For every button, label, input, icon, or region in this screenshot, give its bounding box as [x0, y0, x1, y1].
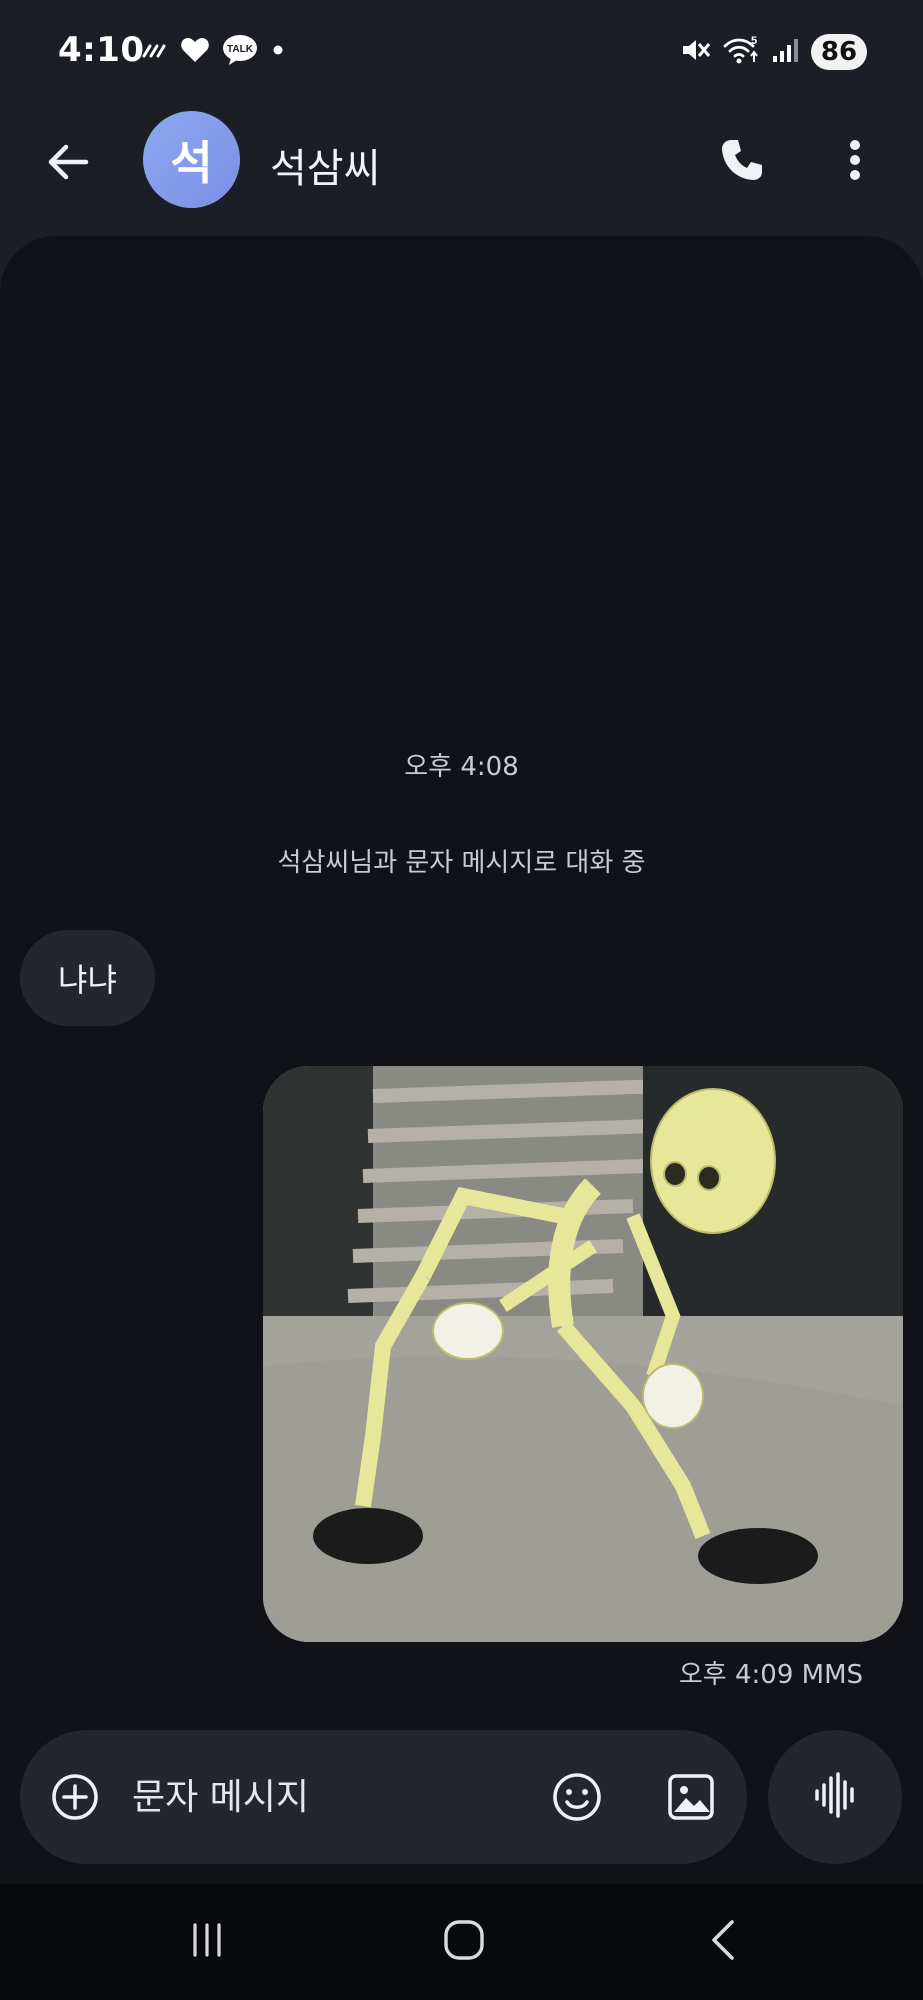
heart-icon — [180, 36, 210, 68]
date-stamp: 오후 4:08 — [404, 752, 519, 782]
composer-bar — [20, 1730, 747, 1864]
more-options-button[interactable] — [835, 130, 875, 194]
voice-wave-icon — [812, 1772, 858, 1822]
battery-indicator: 86 — [811, 34, 867, 70]
system-icons: 5 86 — [679, 32, 867, 72]
signal-icon — [771, 36, 799, 68]
notification-icons: TALK — [140, 34, 286, 70]
home-icon — [442, 1919, 486, 1965]
back-arrow-icon — [46, 142, 90, 186]
message-list[interactable]: 오후 4:08 석삼씨님과 문자 메시지로 대화 중 냐냐 오후 4:09 MM… — [0, 236, 923, 1886]
kakaotalk-label: TALK — [227, 44, 254, 55]
rain-icon — [140, 38, 168, 66]
kakaotalk-icon: TALK — [222, 34, 258, 70]
add-circle-icon — [50, 1774, 100, 1826]
wifi-label: 5 — [751, 35, 757, 47]
status-time: 4:10 — [58, 30, 145, 70]
dot-icon — [270, 42, 286, 62]
more-vert-icon — [849, 139, 861, 185]
system-back-button[interactable] — [684, 1914, 764, 1970]
emoji-button[interactable] — [550, 1770, 604, 1824]
contact-name[interactable]: 석삼씨 — [270, 136, 380, 194]
home-button[interactable] — [424, 1914, 504, 1970]
avatar[interactable]: 석 — [143, 111, 240, 208]
gallery-icon — [664, 1774, 718, 1828]
incoming-message-bubble[interactable]: 냐냐 — [20, 930, 155, 1026]
skeleton-gif-image — [263, 1066, 903, 1642]
status-bar: 4:10 TALK 5 86 — [0, 0, 923, 106]
system-notice: 석삼씨님과 문자 메시지로 대화 중 — [277, 848, 646, 878]
call-button[interactable] — [710, 130, 774, 194]
system-navigation-bar — [0, 1884, 923, 2000]
mute-icon — [679, 34, 711, 70]
message-timestamp: 오후 4:09 MMS — [678, 1660, 863, 1690]
recents-icon — [187, 1922, 227, 1962]
conversation-header: 석 석삼씨 — [0, 106, 923, 236]
back-button[interactable] — [36, 132, 100, 196]
add-attachment-button[interactable] — [50, 1772, 100, 1822]
voice-record-button[interactable] — [768, 1730, 902, 1864]
back-icon — [706, 1918, 742, 1966]
recents-button[interactable] — [167, 1914, 247, 1970]
outgoing-image-message[interactable] — [263, 1066, 903, 1642]
wifi-icon: 5 — [723, 34, 759, 70]
emoji-icon — [550, 1773, 604, 1828]
gallery-button[interactable] — [664, 1770, 718, 1824]
phone-icon — [719, 137, 765, 187]
message-input[interactable] — [132, 1768, 532, 1826]
